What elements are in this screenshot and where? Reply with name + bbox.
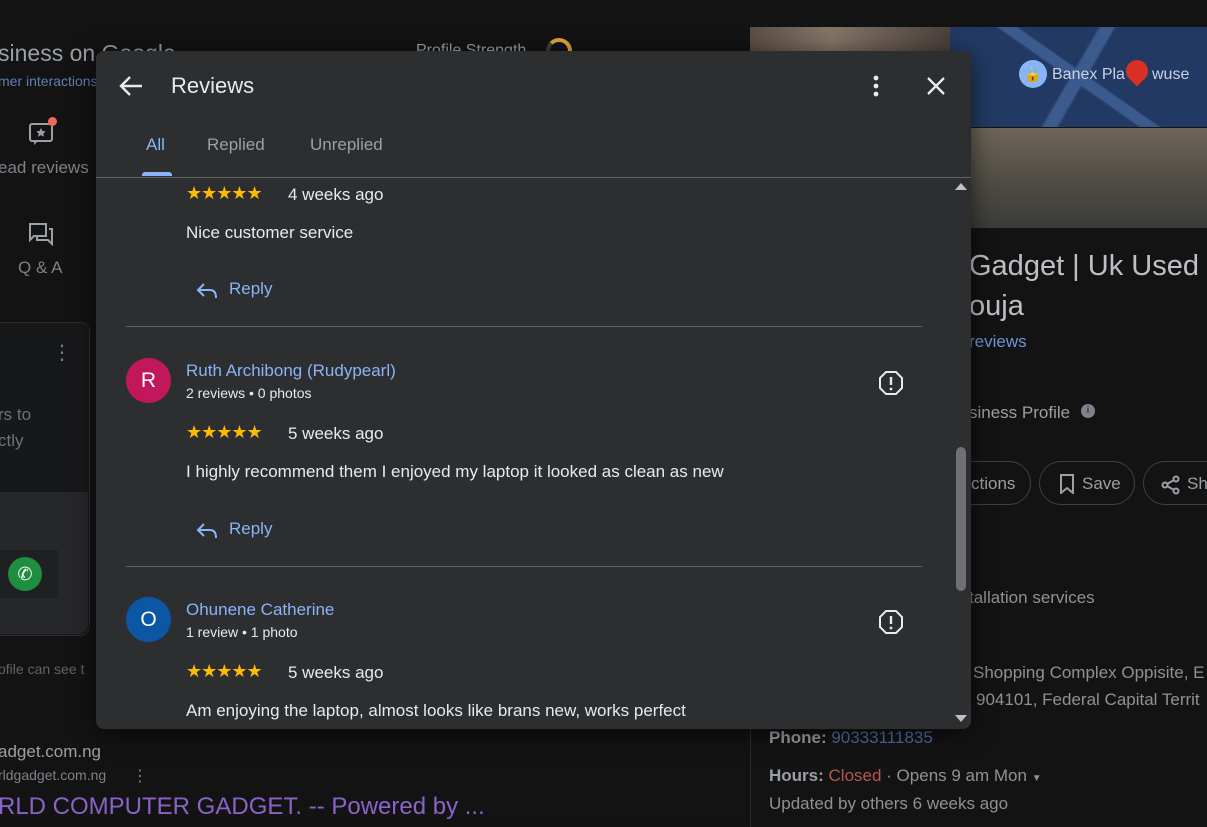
review-time: 4 weeks ago xyxy=(288,185,384,204)
result-more-icon[interactable]: ⋮ xyxy=(132,766,148,786)
active-tab-indicator xyxy=(142,172,172,176)
notification-dot xyxy=(48,117,57,126)
scrollbar-thumb[interactable] xyxy=(956,447,966,591)
background-footer-note: ofile can see t xyxy=(0,661,85,677)
business-name-line-1: Gadget | Uk Used xyxy=(969,250,1199,282)
star-rating: ★★★★★ xyxy=(186,661,263,681)
review-time: 5 weeks ago xyxy=(288,663,384,682)
star-rating: ★★★★★ xyxy=(186,422,263,442)
background-page-subtitle[interactable]: mer interactions xyxy=(0,73,98,89)
address-line-1: Shopping Complex Oppisite, E xyxy=(973,663,1205,682)
reply-icon xyxy=(196,523,217,539)
qa-chat-icon[interactable] xyxy=(28,222,54,247)
nav-read-reviews-label[interactable]: ead reviews xyxy=(0,158,89,178)
star-rating: ★★★★★ xyxy=(186,183,263,203)
review-time: 5 weeks ago xyxy=(288,424,384,443)
dialog-title: Reviews xyxy=(171,73,255,98)
review-divider xyxy=(126,566,922,567)
phone-number[interactable]: 90333111835 xyxy=(831,728,932,747)
hours-row[interactable]: Hours: Closed · Opens 9 am Mon ▼ xyxy=(769,766,1042,786)
dialog-header: Reviews All Replied Unreplied xyxy=(96,51,971,178)
share-icon xyxy=(1161,475,1180,495)
whatsapp-icon[interactable]: ✆ xyxy=(8,557,42,591)
reviewer-meta: 1 review • 1 photo xyxy=(186,624,298,640)
business-profile-label: siness Profile xyxy=(969,403,1071,422)
business-name: Gadget | Uk Used ouja xyxy=(969,246,1199,326)
card-text-1: rs to xyxy=(0,405,32,424)
close-icon[interactable] xyxy=(924,73,948,99)
reply-label: Reply xyxy=(229,519,273,538)
reviewer-name[interactable]: Ruth Archibong (Rudypearl) xyxy=(186,361,396,381)
address-line-2: 904101, Federal Capital Territ xyxy=(976,690,1200,709)
report-review-icon[interactable] xyxy=(878,609,904,635)
reviews-link[interactable]: reviews xyxy=(969,332,1027,352)
save-chip-label: Save xyxy=(1082,474,1121,493)
scroll-up-icon[interactable] xyxy=(955,183,967,190)
phone-label: Phone: xyxy=(769,728,827,747)
service-text: tallation services xyxy=(969,588,1095,607)
hours-label: Hours: xyxy=(769,766,824,785)
review-text: Nice customer service xyxy=(186,223,354,242)
map-lock-icon: 🔒 xyxy=(1019,60,1047,88)
phone-row: Phone: 90333111835 xyxy=(769,728,933,748)
background-url-2: rldgadget.com.ng xyxy=(0,767,107,783)
review-divider xyxy=(126,326,922,327)
reply-icon xyxy=(196,283,217,299)
reviews-list[interactable]: ★★★★★ 4 weeks ago Nice customer service … xyxy=(96,178,971,729)
tab-all[interactable]: All xyxy=(146,135,165,155)
share-chip[interactable]: Sh xyxy=(1143,461,1207,505)
card-more-icon[interactable]: ⋮ xyxy=(52,340,72,365)
info-icon[interactable]: i xyxy=(1081,404,1095,418)
share-chip-label: Sh xyxy=(1187,474,1207,493)
reviews-dialog: Reviews All Replied Unreplied ★★★★★ 4 we… xyxy=(96,51,971,729)
hours-detail: · Opens 9 am Mon xyxy=(886,766,1027,785)
more-options-icon[interactable] xyxy=(866,73,886,99)
nav-qa-label[interactable]: Q & A xyxy=(18,258,62,278)
save-chip[interactable]: Save xyxy=(1039,461,1135,505)
reviewer-name[interactable]: Ohunene Catherine xyxy=(186,600,334,620)
chevron-down-icon[interactable]: ▼ xyxy=(1032,773,1042,784)
bookmark-icon xyxy=(1060,474,1074,494)
avatar[interactable]: O xyxy=(126,597,171,642)
business-photo-2[interactable] xyxy=(950,128,1207,228)
updated-text: Updated by others 6 weeks ago xyxy=(769,794,1009,813)
scroll-down-icon[interactable] xyxy=(955,715,967,722)
business-name-line-2: ouja xyxy=(969,290,1024,322)
tab-unreplied[interactable]: Unreplied xyxy=(310,135,383,155)
avatar[interactable]: R xyxy=(126,358,171,403)
review-text: Am enjoying the laptop, almost looks lik… xyxy=(186,701,686,720)
background-result-link[interactable]: RLD COMPUTER GADGET. -- Powered by ... xyxy=(0,793,485,821)
reviewer-meta: 2 reviews • 0 photos xyxy=(186,385,312,401)
hours-status: Closed xyxy=(828,766,882,785)
background-url-1: adget.com.ng xyxy=(0,742,102,761)
card-text-2: ctly xyxy=(0,431,24,450)
reply-label: Reply xyxy=(229,279,273,298)
back-arrow-icon[interactable] xyxy=(118,73,144,99)
report-review-icon[interactable] xyxy=(878,370,904,396)
tab-replied[interactable]: Replied xyxy=(207,135,265,155)
map-label-1: Banex Pla xyxy=(1052,66,1125,83)
map-label-2: wuse xyxy=(1152,66,1190,83)
review-text: I highly recommend them I enjoyed my lap… xyxy=(186,462,724,481)
